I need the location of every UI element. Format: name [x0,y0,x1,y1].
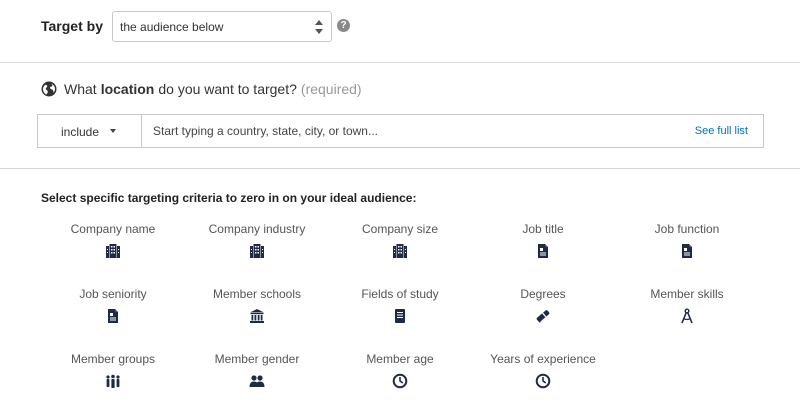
clock-icon [392,373,408,389]
location-heading-pre: What [64,81,97,97]
target-row: Target by the audience below ? [0,0,800,62]
location-heading-post: do you want to target? [158,81,297,97]
criterion-years-of-experience[interactable]: Years of experience [470,352,616,394]
building-icon [106,244,120,258]
target-by-select-value: the audience below [120,20,224,34]
select-arrows-icon [315,20,323,34]
divider [0,62,800,63]
criterion-label: Company industry [208,222,306,236]
location-heading-bold: location [100,81,155,97]
location-input[interactable] [143,115,663,147]
diploma-icon [536,310,550,323]
criterion-member-age[interactable]: Member age [327,352,473,394]
criteria-heading: Select specific targeting criteria to ze… [41,191,417,205]
school-icon [250,309,264,323]
criterion-company-size[interactable]: Company size [327,222,473,264]
criterion-label: Member groups [70,352,156,366]
criterion-member-gender[interactable]: Member gender [184,352,330,394]
criterion-label: Years of experience [490,352,596,366]
criterion-job-function[interactable]: Job function [614,222,760,264]
required-label: (required) [300,81,362,97]
criterion-label: Job function [654,222,720,236]
criterion-label: Degrees [520,287,566,301]
criterion-label: Fields of study [361,287,439,301]
book-icon [395,309,405,323]
criterion-label: Member schools [212,287,302,301]
id-card-icon [682,244,692,258]
location-heading: What location do you want to target? (re… [41,80,362,98]
caret-down-icon [110,129,116,133]
criterion-fields-of-study[interactable]: Fields of study [327,287,473,329]
criterion-label: Member age [366,352,434,366]
globe-icon [41,81,57,97]
criterion-label: Company size [361,222,439,236]
building-icon [393,244,407,258]
see-full-list-link[interactable]: See full list [695,125,748,137]
criterion-member-skills[interactable]: Member skills [614,287,760,329]
criterion-company-name[interactable]: Company name [40,222,186,264]
building-icon [250,244,264,258]
criterion-label: Company name [70,222,156,236]
include-dropdown-label: include [61,125,100,139]
location-box: include See full list [37,114,764,148]
criterion-job-title[interactable]: Job title [470,222,616,264]
criterion-member-groups[interactable]: Member groups [40,352,186,394]
target-by-label: Target by [41,18,103,34]
criterion-company-industry[interactable]: Company industry [184,222,330,264]
criterion-label: Member skills [650,287,724,301]
criterion-degrees[interactable]: Degrees [470,287,616,329]
group-icon [106,374,120,388]
id-card-icon [108,309,118,323]
criterion-label: Job title [522,222,564,236]
include-dropdown[interactable]: include [38,115,142,147]
divider [0,168,800,169]
id-card-icon [538,244,548,258]
clock-icon [535,373,551,389]
criterion-job-seniority[interactable]: Job seniority [40,287,186,329]
compass-icon [681,308,693,324]
criterion-member-schools[interactable]: Member schools [184,287,330,329]
help-icon[interactable]: ? [337,19,350,32]
gender-icon [249,375,265,387]
target-by-select[interactable]: the audience below [112,11,332,42]
criterion-label: Member gender [214,352,300,366]
criterion-label: Job seniority [79,287,147,301]
